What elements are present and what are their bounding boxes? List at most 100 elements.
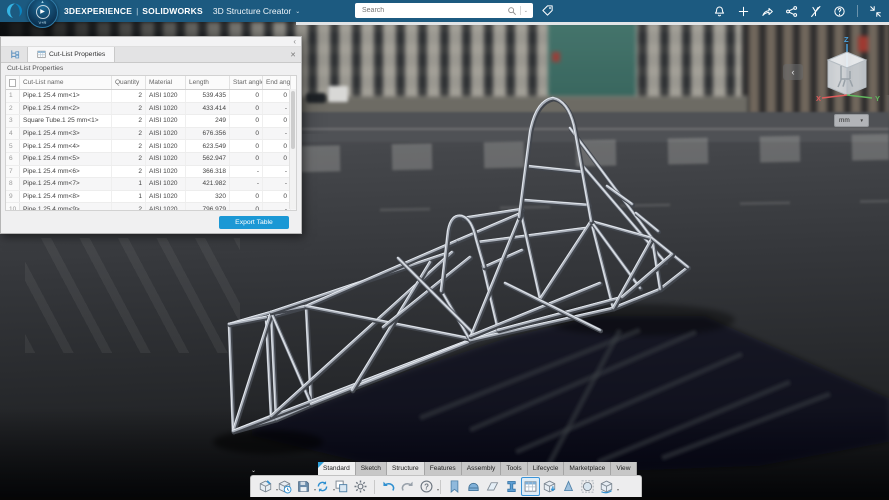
search-input[interactable] [360, 6, 507, 15]
cut-list-row[interactable]: 2Pipe.1 25.4 mm<2>2AISI 1020433.4140- [6, 103, 296, 116]
y-axis-label[interactable]: Y [875, 94, 880, 103]
insert-component-icon[interactable] [464, 477, 483, 496]
column-header[interactable]: Start angle [230, 76, 263, 89]
cell-start: 0 [230, 90, 263, 102]
play-icon: ▶ [36, 5, 50, 19]
cell-length: 421.982 [186, 178, 230, 190]
mirror-pattern-icon[interactable]: ▾ [597, 477, 616, 496]
chevron-down-icon[interactable]: ⌄ [295, 8, 300, 15]
tab-sketch[interactable]: Sketch [356, 462, 387, 475]
cell-num: 1 [6, 90, 20, 102]
cell-end: - [263, 178, 291, 190]
cell-end: 0 [263, 140, 291, 152]
notifications-icon[interactable] [713, 5, 726, 18]
cell-qty: 2 [112, 90, 146, 102]
view-cube[interactable]: X Y Z [806, 32, 889, 110]
reference-plane-icon[interactable] [483, 477, 502, 496]
bookmark-icon[interactable] [445, 477, 464, 496]
collapse-window-icon[interactable] [869, 5, 882, 18]
caret-down-icon: ▼ [860, 118, 864, 123]
collaboration-icon[interactable] [785, 5, 798, 18]
tag-icon[interactable] [541, 4, 554, 17]
x-axis-label[interactable]: X [816, 94, 821, 103]
z-axis-label[interactable]: Z [844, 35, 849, 44]
extract-member-icon[interactable] [540, 477, 559, 496]
new-part-icon[interactable]: ▾ [256, 477, 275, 496]
column-header[interactable]: Cut-List name [20, 76, 112, 89]
search-divider [520, 6, 521, 15]
table-icon [37, 50, 46, 59]
structure-profile-icon[interactable] [502, 477, 521, 496]
panel-top-strip: ‹ [1, 37, 301, 47]
column-header[interactable]: Length [186, 76, 230, 89]
cell-name: Pipe.1 25.4 mm<7> [20, 178, 112, 190]
cell-length: 320 [186, 191, 230, 203]
cut-list-row[interactable]: 1Pipe.1 25.4 mm<1>2AISI 1020539.43500 [6, 90, 296, 103]
scrollbar-thumb[interactable] [291, 91, 295, 149]
toolbar-separator [440, 480, 441, 494]
column-header[interactable]: Quantity [112, 76, 146, 89]
cell-qty: 1 [112, 191, 146, 203]
save-icon[interactable]: ▾ [294, 477, 313, 496]
help-icon[interactable]: ?▾ [417, 477, 436, 496]
tab-structure[interactable]: Structure [387, 462, 425, 475]
column-header[interactable]: Material [146, 76, 186, 89]
cut-list-row[interactable]: 7Pipe.1 25.4 mm<6>2AISI 1020366.318-- [6, 166, 296, 179]
panel-collapse-button[interactable]: ‹ [783, 64, 803, 80]
cell-name: Pipe.1 25.4 mm<5> [20, 153, 112, 165]
cell-material: AISI 1020 [146, 153, 186, 165]
cut-list-table-icon[interactable] [521, 477, 540, 496]
tree-view-button[interactable] [1, 47, 28, 62]
units-dropdown[interactable]: mm ▼ [834, 114, 869, 127]
reload-icon[interactable]: ▾ [313, 477, 332, 496]
table-scrollbar[interactable] [289, 89, 296, 209]
sphere-frame-icon[interactable] [578, 477, 597, 496]
redo-icon[interactable] [398, 477, 417, 496]
chevron-left-icon[interactable]: ‹ [293, 37, 296, 46]
close-panel-button[interactable]: ✕ [285, 47, 301, 62]
tab-tools[interactable]: Tools [501, 462, 527, 475]
tab-marketplace[interactable]: Marketplace [564, 462, 611, 475]
weldment-icon[interactable] [559, 477, 578, 496]
open-recent-icon[interactable] [275, 477, 294, 496]
select-all-checkbox[interactable] [9, 79, 16, 87]
cut-list-row[interactable]: 8Pipe.1 25.4 mm<7>1AISI 1020421.982-- [6, 178, 296, 191]
settings-icon[interactable] [351, 477, 370, 496]
tab-cut-list-properties[interactable]: Cut-List Properties [28, 47, 115, 62]
cut-list-row[interactable]: 4Pipe.1 25.4 mm<3>2AISI 1020676.3560- [6, 128, 296, 141]
3dswym-icon[interactable] [809, 5, 822, 18]
cell-num: 9 [6, 191, 20, 203]
export-table-button[interactable]: Export Table [219, 216, 289, 229]
application-window: ‹ X Y Z mm ▼ ‹ [0, 0, 889, 500]
cut-list-row[interactable]: 3Square Tube.1 25 mm<1>2AISI 102024900 [6, 115, 296, 128]
share-icon[interactable] [761, 5, 774, 18]
column-header[interactable]: End angle [263, 76, 291, 89]
cell-end: - [263, 128, 291, 140]
add-content-icon[interactable] [737, 5, 750, 18]
cell-length: 249 [186, 115, 230, 127]
cut-list-row[interactable]: 5Pipe.1 25.4 mm<4>2AISI 1020623.54900 [6, 140, 296, 153]
cut-list-row[interactable]: 10Pipe.1 25.4 mm<9>2AISI 1020796.9790- [6, 203, 296, 210]
toolbar-overflow-caret[interactable]: ⌄ [251, 467, 256, 474]
top-bar-icons [713, 0, 882, 22]
cut-list-row[interactable]: 6Pipe.1 25.4 mm<5>2AISI 1020562.94700 [6, 153, 296, 166]
share-markup-icon[interactable] [332, 477, 351, 496]
tab-view[interactable]: View [611, 462, 636, 475]
cell-material: AISI 1020 [146, 166, 186, 178]
undo-icon[interactable] [379, 477, 398, 496]
cell-qty: 2 [112, 115, 146, 127]
tab-lifecycle[interactable]: Lifecycle [528, 462, 565, 475]
table-body: 1Pipe.1 25.4 mm<1>2AISI 1020539.435002Pi… [6, 90, 296, 210]
tab-assembly[interactable]: Assembly [462, 462, 502, 475]
search-caret-icon[interactable]: ⌄ [524, 8, 528, 14]
cell-name: Pipe.1 25.4 mm<6> [20, 166, 112, 178]
cell-length: 676.356 [186, 128, 230, 140]
help-icon[interactable] [833, 5, 846, 18]
cell-material: AISI 1020 [146, 115, 186, 127]
tab-features[interactable]: Features [425, 462, 462, 475]
search-icon[interactable] [507, 6, 517, 16]
cut-list-row[interactable]: 9Pipe.1 25.4 mm<8>1AISI 102032000 [6, 191, 296, 204]
app-name[interactable]: 3D Structure Creator [213, 6, 291, 16]
cell-length: 562.947 [186, 153, 230, 165]
tab-standard[interactable]: Standard [318, 462, 356, 475]
